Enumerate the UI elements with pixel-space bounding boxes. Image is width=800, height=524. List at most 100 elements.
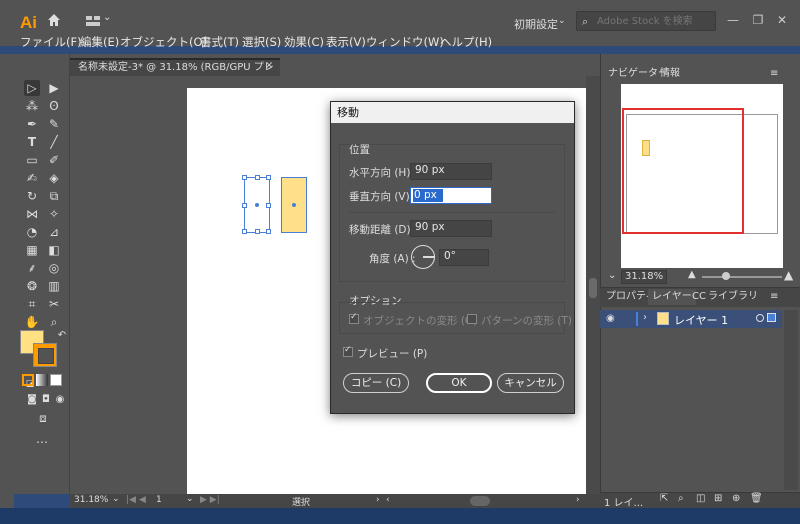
new-layer-icon[interactable]: ⊕ xyxy=(732,493,740,504)
zoom-slider-knob[interactable] xyxy=(722,272,730,280)
ok-button[interactable]: OK xyxy=(426,373,492,393)
angle-input[interactable]: 0° xyxy=(439,249,489,266)
stock-search-box[interactable]: ⌕ xyxy=(576,11,716,31)
shape-builder-tool-icon[interactable]: ◔ xyxy=(24,224,40,240)
menu-help[interactable]: ヘルプ(H) xyxy=(440,34,492,50)
fill-mode-icon[interactable] xyxy=(22,374,34,386)
menu-effect[interactable]: 効果(C) xyxy=(284,34,324,50)
selected-rectangle[interactable] xyxy=(242,175,271,234)
resize-handle[interactable] xyxy=(266,203,271,208)
menu-select[interactable]: 選択(S) xyxy=(242,34,281,50)
home-icon[interactable] xyxy=(46,12,62,28)
close-window-button[interactable]: ✕ xyxy=(772,10,792,30)
document-tab[interactable]: 名称未設定-3* @ 31.18% (RGB/GPU プレビュー) xyxy=(70,58,280,89)
rectangle-tool-icon[interactable]: ▭ xyxy=(24,152,40,168)
none-mode-icon[interactable] xyxy=(50,374,62,386)
graph-tool-icon[interactable]: ▥ xyxy=(46,278,62,294)
puppet-warp-tool-icon[interactable]: ✧ xyxy=(46,206,62,222)
transform-patterns-checkbox[interactable] xyxy=(467,314,477,324)
stock-search-input[interactable] xyxy=(597,14,712,28)
zoom-in-icon[interactable]: ▲ xyxy=(784,268,793,282)
resize-handle[interactable] xyxy=(255,229,260,234)
horizontal-input[interactable]: 90 px xyxy=(410,163,492,180)
resize-handle[interactable] xyxy=(242,229,247,234)
first-artboard-icon[interactable]: |◀ ◀ xyxy=(126,495,146,505)
distance-input[interactable]: 90 px xyxy=(410,220,492,237)
workspace-switcher[interactable]: 初期設定 xyxy=(514,16,558,32)
type-tool-icon[interactable]: T xyxy=(24,134,40,150)
chevron-down-icon[interactable]: ⌄ xyxy=(186,494,194,504)
artboard-number[interactable]: 1 xyxy=(156,495,162,505)
preview-checkbox[interactable] xyxy=(343,345,353,357)
hscroll-thumb[interactable] xyxy=(470,496,490,506)
transform-objects-checkbox[interactable] xyxy=(349,312,359,324)
blend-tool-icon[interactable]: ◎ xyxy=(46,260,62,276)
resize-handle[interactable] xyxy=(266,229,271,234)
angle-dial-icon[interactable] xyxy=(411,245,435,269)
paintbrush-tool-icon[interactable]: ✐ xyxy=(46,152,62,168)
width-tool-icon[interactable]: ⋈ xyxy=(24,206,40,222)
scale-tool-icon[interactable]: ⧉ xyxy=(46,188,62,204)
perspective-tool-icon[interactable]: ⊿ xyxy=(46,224,62,240)
chevron-down-icon[interactable]: ⌄ xyxy=(608,270,616,281)
menu-object[interactable]: オブジェクト(O) xyxy=(120,34,207,50)
layer-target-icon[interactable] xyxy=(756,314,764,322)
artboard-tool-icon[interactable]: ⌗ xyxy=(24,296,40,312)
chevron-down-icon[interactable]: ⌄ xyxy=(103,12,111,23)
resize-handle[interactable] xyxy=(242,175,247,180)
close-icon[interactable]: × xyxy=(265,60,273,71)
layer-name[interactable]: レイヤー 1 xyxy=(674,312,728,328)
swap-colors-icon[interactable]: ↶ xyxy=(54,328,70,344)
gradient-mode-icon[interactable] xyxy=(36,374,48,386)
menu-type[interactable]: 書式(T) xyxy=(200,34,239,50)
hand-tool-icon[interactable]: ✋ xyxy=(24,314,40,330)
direct-selection-tool-icon[interactable]: ▶ xyxy=(46,80,62,96)
expand-arrow-icon[interactable]: › xyxy=(643,312,647,323)
locate-object-icon[interactable]: ⌕ xyxy=(678,493,684,504)
menu-edit[interactable]: 編集(E) xyxy=(80,34,119,50)
mesh-tool-icon[interactable]: ▦ xyxy=(24,242,40,258)
tab-info[interactable]: 情報 xyxy=(660,66,680,82)
panel-menu-icon[interactable]: ≡ xyxy=(770,289,778,305)
shaper-tool-icon[interactable]: ✍ xyxy=(24,170,40,186)
chevron-down-icon[interactable]: ⌄ xyxy=(558,16,566,26)
cancel-button[interactable]: キャンセル xyxy=(497,373,564,393)
screen-mode-icon[interactable]: ⧈ xyxy=(34,410,52,426)
resize-handle[interactable] xyxy=(255,175,260,180)
clipping-mask-icon[interactable]: ◫ xyxy=(696,493,705,504)
line-tool-icon[interactable]: ╱ xyxy=(46,134,62,150)
menu-file[interactable]: ファイル(F) xyxy=(20,34,82,50)
resize-handle[interactable] xyxy=(242,203,247,208)
slice-tool-icon[interactable]: ✂ xyxy=(46,296,62,312)
menu-window[interactable]: ウィンドウ(W) xyxy=(366,34,444,50)
navigator-view-box[interactable] xyxy=(622,108,744,234)
chevron-right-icon[interactable]: › xyxy=(376,495,380,505)
pen-tool-icon[interactable]: ✒ xyxy=(24,116,40,132)
trash-icon[interactable]: 🗑 xyxy=(750,493,763,504)
moved-rectangle-preview[interactable] xyxy=(281,177,307,233)
zoom-slider[interactable] xyxy=(702,276,782,278)
rotate-tool-icon[interactable]: ↻ xyxy=(24,188,40,204)
panel-menu-icon[interactable]: ≡ xyxy=(770,66,778,82)
gradient-tool-icon[interactable]: ◧ xyxy=(46,242,62,258)
lasso-tool-icon[interactable]: ʘ xyxy=(46,98,62,114)
magic-wand-tool-icon[interactable]: ⁂ xyxy=(24,98,40,114)
tab-libraries[interactable]: ライブラリ xyxy=(708,289,758,305)
zoom-out-icon[interactable]: ▲ xyxy=(688,269,696,280)
scrollbar-thumb[interactable] xyxy=(589,278,597,298)
export-icon[interactable]: ⇱ xyxy=(660,493,668,504)
copy-button[interactable]: コピー (C) xyxy=(343,373,409,393)
layers-scrollbar[interactable] xyxy=(784,310,798,490)
minimize-button[interactable]: — xyxy=(723,10,743,30)
new-sublayer-icon[interactable]: ⊞ xyxy=(714,493,722,504)
scroll-left-icon[interactable]: ‹ xyxy=(386,495,390,505)
menu-view[interactable]: 表示(V) xyxy=(326,34,366,50)
draw-inside-icon[interactable]: ◉ xyxy=(52,392,68,408)
selection-tool-icon[interactable]: ▷ xyxy=(24,80,40,96)
eraser-tool-icon[interactable]: ◈ xyxy=(46,170,62,186)
maximize-button[interactable]: ❐ xyxy=(748,10,768,30)
chevron-down-icon[interactable]: ⌄ xyxy=(112,494,120,504)
visibility-eye-icon[interactable]: ◉ xyxy=(606,313,615,324)
scroll-right-icon[interactable]: › xyxy=(576,495,580,505)
eyedropper-tool-icon[interactable]: ⸙ xyxy=(24,260,40,276)
